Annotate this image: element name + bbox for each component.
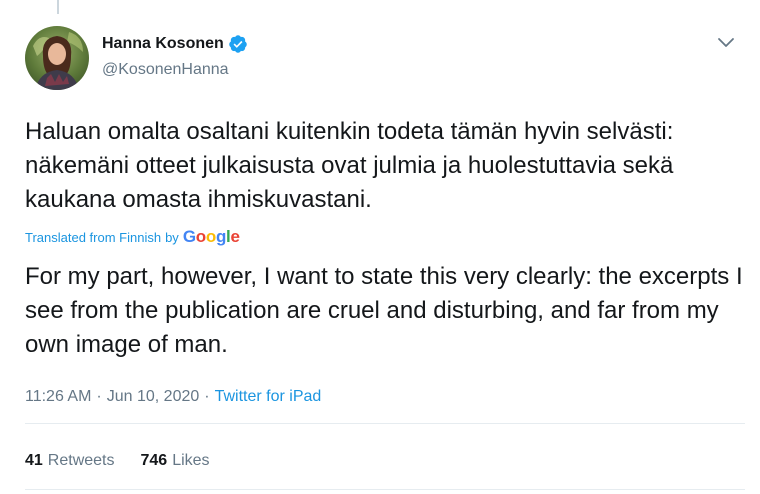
author-handle[interactable]: @KosonenHanna — [102, 61, 229, 79]
metadata-separator: · — [96, 388, 102, 405]
divider — [25, 489, 745, 490]
author-name[interactable]: Hanna Kosonen — [102, 35, 224, 53]
likes-stat[interactable]: 746 Likes — [141, 452, 210, 470]
translation-attribution: Translated from Finnish by Google — [25, 227, 240, 247]
google-logo: Google — [182, 227, 240, 246]
retweets-label: Retweets — [47, 452, 115, 469]
translated-tweet-text: For my part, however, I want to state th… — [25, 263, 743, 358]
tweet-source-link[interactable]: Twitter for iPad — [215, 388, 322, 406]
metadata-separator: · — [204, 388, 210, 405]
retweets-count: 41 — [25, 452, 43, 469]
retweets-stat[interactable]: 41 Retweets — [25, 452, 115, 470]
likes-label: Likes — [172, 452, 210, 469]
tweet-text: Haluan omalta osaltani kuitenkin todeta … — [25, 118, 674, 213]
translated-by-label: by — [165, 229, 179, 245]
avatar[interactable] — [25, 26, 89, 90]
likes-count: 746 — [140, 452, 168, 469]
chevron-down-icon[interactable] — [717, 36, 735, 50]
engagement-stats: 41 Retweets 746 Likes — [25, 452, 210, 470]
verified-badge-icon — [228, 34, 248, 54]
tweet-time[interactable]: 11:26 AM — [25, 388, 91, 406]
translated-from-label[interactable]: Translated from Finnish — [25, 230, 161, 245]
divider — [25, 423, 745, 424]
tweet-metadata: 11:26 AM · Jun 10, 2020 · Twitter for iP… — [25, 388, 321, 406]
thread-connector-line — [57, 0, 59, 14]
tweet-date[interactable]: Jun 10, 2020 — [107, 388, 200, 406]
